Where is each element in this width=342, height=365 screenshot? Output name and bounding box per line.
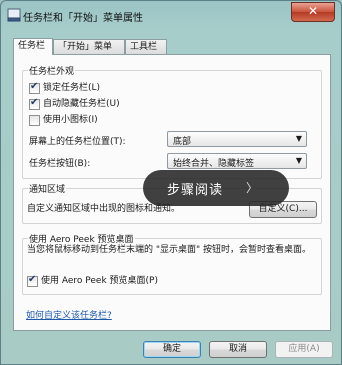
taskbar-position-select[interactable]: 底部 ▼ — [167, 131, 307, 147]
customize-taskbar-help-link[interactable]: 如何自定义该任务栏? — [26, 308, 112, 321]
small-icons-label: 使用小图标(I) — [43, 115, 98, 125]
aero-peek-checkbox-label: 使用 Aero Peek 预览桌面(P) — [41, 276, 158, 286]
step-reading-overlay[interactable]: 步骤阅读 〉 — [143, 170, 289, 206]
checkbox-box — [29, 115, 40, 126]
checkbox-box: ✔ — [29, 97, 40, 110]
checkbox-box: ✔ — [29, 81, 40, 94]
taskbar-position-value: 底部 — [173, 137, 192, 147]
window-title: 任务栏和「开始」菜单属性 — [23, 13, 143, 24]
apply-button[interactable]: 应用(A) — [275, 341, 333, 358]
taskbar-properties-icon — [7, 8, 21, 22]
chevron-right-icon: 〉 — [246, 181, 259, 195]
checkbox-box: ✔ — [27, 274, 38, 287]
appearance-group-title: 任务栏外观 — [28, 64, 76, 77]
aero-peek-group: 使用 Aero Peek 预览桌面 当您将鼠标移动到任务栏末端的 "显示桌面" … — [22, 232, 322, 295]
ok-button[interactable]: 确定 — [143, 341, 201, 358]
aero-peek-title: 使用 Aero Peek 预览桌面 — [28, 232, 135, 245]
close-button[interactable]: ✕ — [291, 2, 335, 22]
lock-taskbar-label: 锁定任务栏(L) — [43, 83, 101, 93]
taskbar-buttons-label: 任务栏按钮(B): — [29, 159, 91, 169]
close-icon: ✕ — [307, 4, 319, 18]
step-reading-label: 步骤阅读 — [167, 183, 224, 198]
aero-peek-description: 当您将鼠标移动到任务栏末端的 "显示桌面" 按钮时，会暂时查看桌面。 — [27, 245, 312, 255]
taskbar-position-label: 屏幕上的任务栏位置(T): — [29, 137, 126, 147]
check-icon: ✔ — [30, 81, 39, 92]
tab-toolbars[interactable]: 工具栏 — [125, 39, 167, 54]
taskbar-buttons-select[interactable]: 始终合并、隐藏标签 ▼ — [167, 153, 307, 169]
check-icon: ✔ — [30, 97, 39, 108]
notification-area-title: 通知区域 — [28, 182, 67, 195]
tab-start-menu[interactable]: 「开始」菜单 — [53, 39, 125, 54]
tab-taskbar[interactable]: 任务栏 — [13, 38, 53, 55]
chevron-down-icon: ▼ — [295, 134, 302, 143]
check-icon: ✔ — [28, 274, 37, 285]
chevron-down-icon: ▼ — [295, 156, 302, 165]
autohide-taskbar-label: 自动隐藏任务栏(U) — [43, 99, 120, 109]
appearance-group: 任务栏外观 ✔ 锁定任务栏(L) ✔ 自动隐藏任务栏(U) 使用小图标(I) 屏… — [22, 64, 322, 179]
title-bar[interactable]: 任务栏和「开始」菜单属性 ✕ — [1, 1, 341, 31]
cancel-button[interactable]: 取消 — [209, 341, 267, 358]
taskbar-buttons-value: 始终合并、隐藏标签 — [173, 159, 255, 169]
